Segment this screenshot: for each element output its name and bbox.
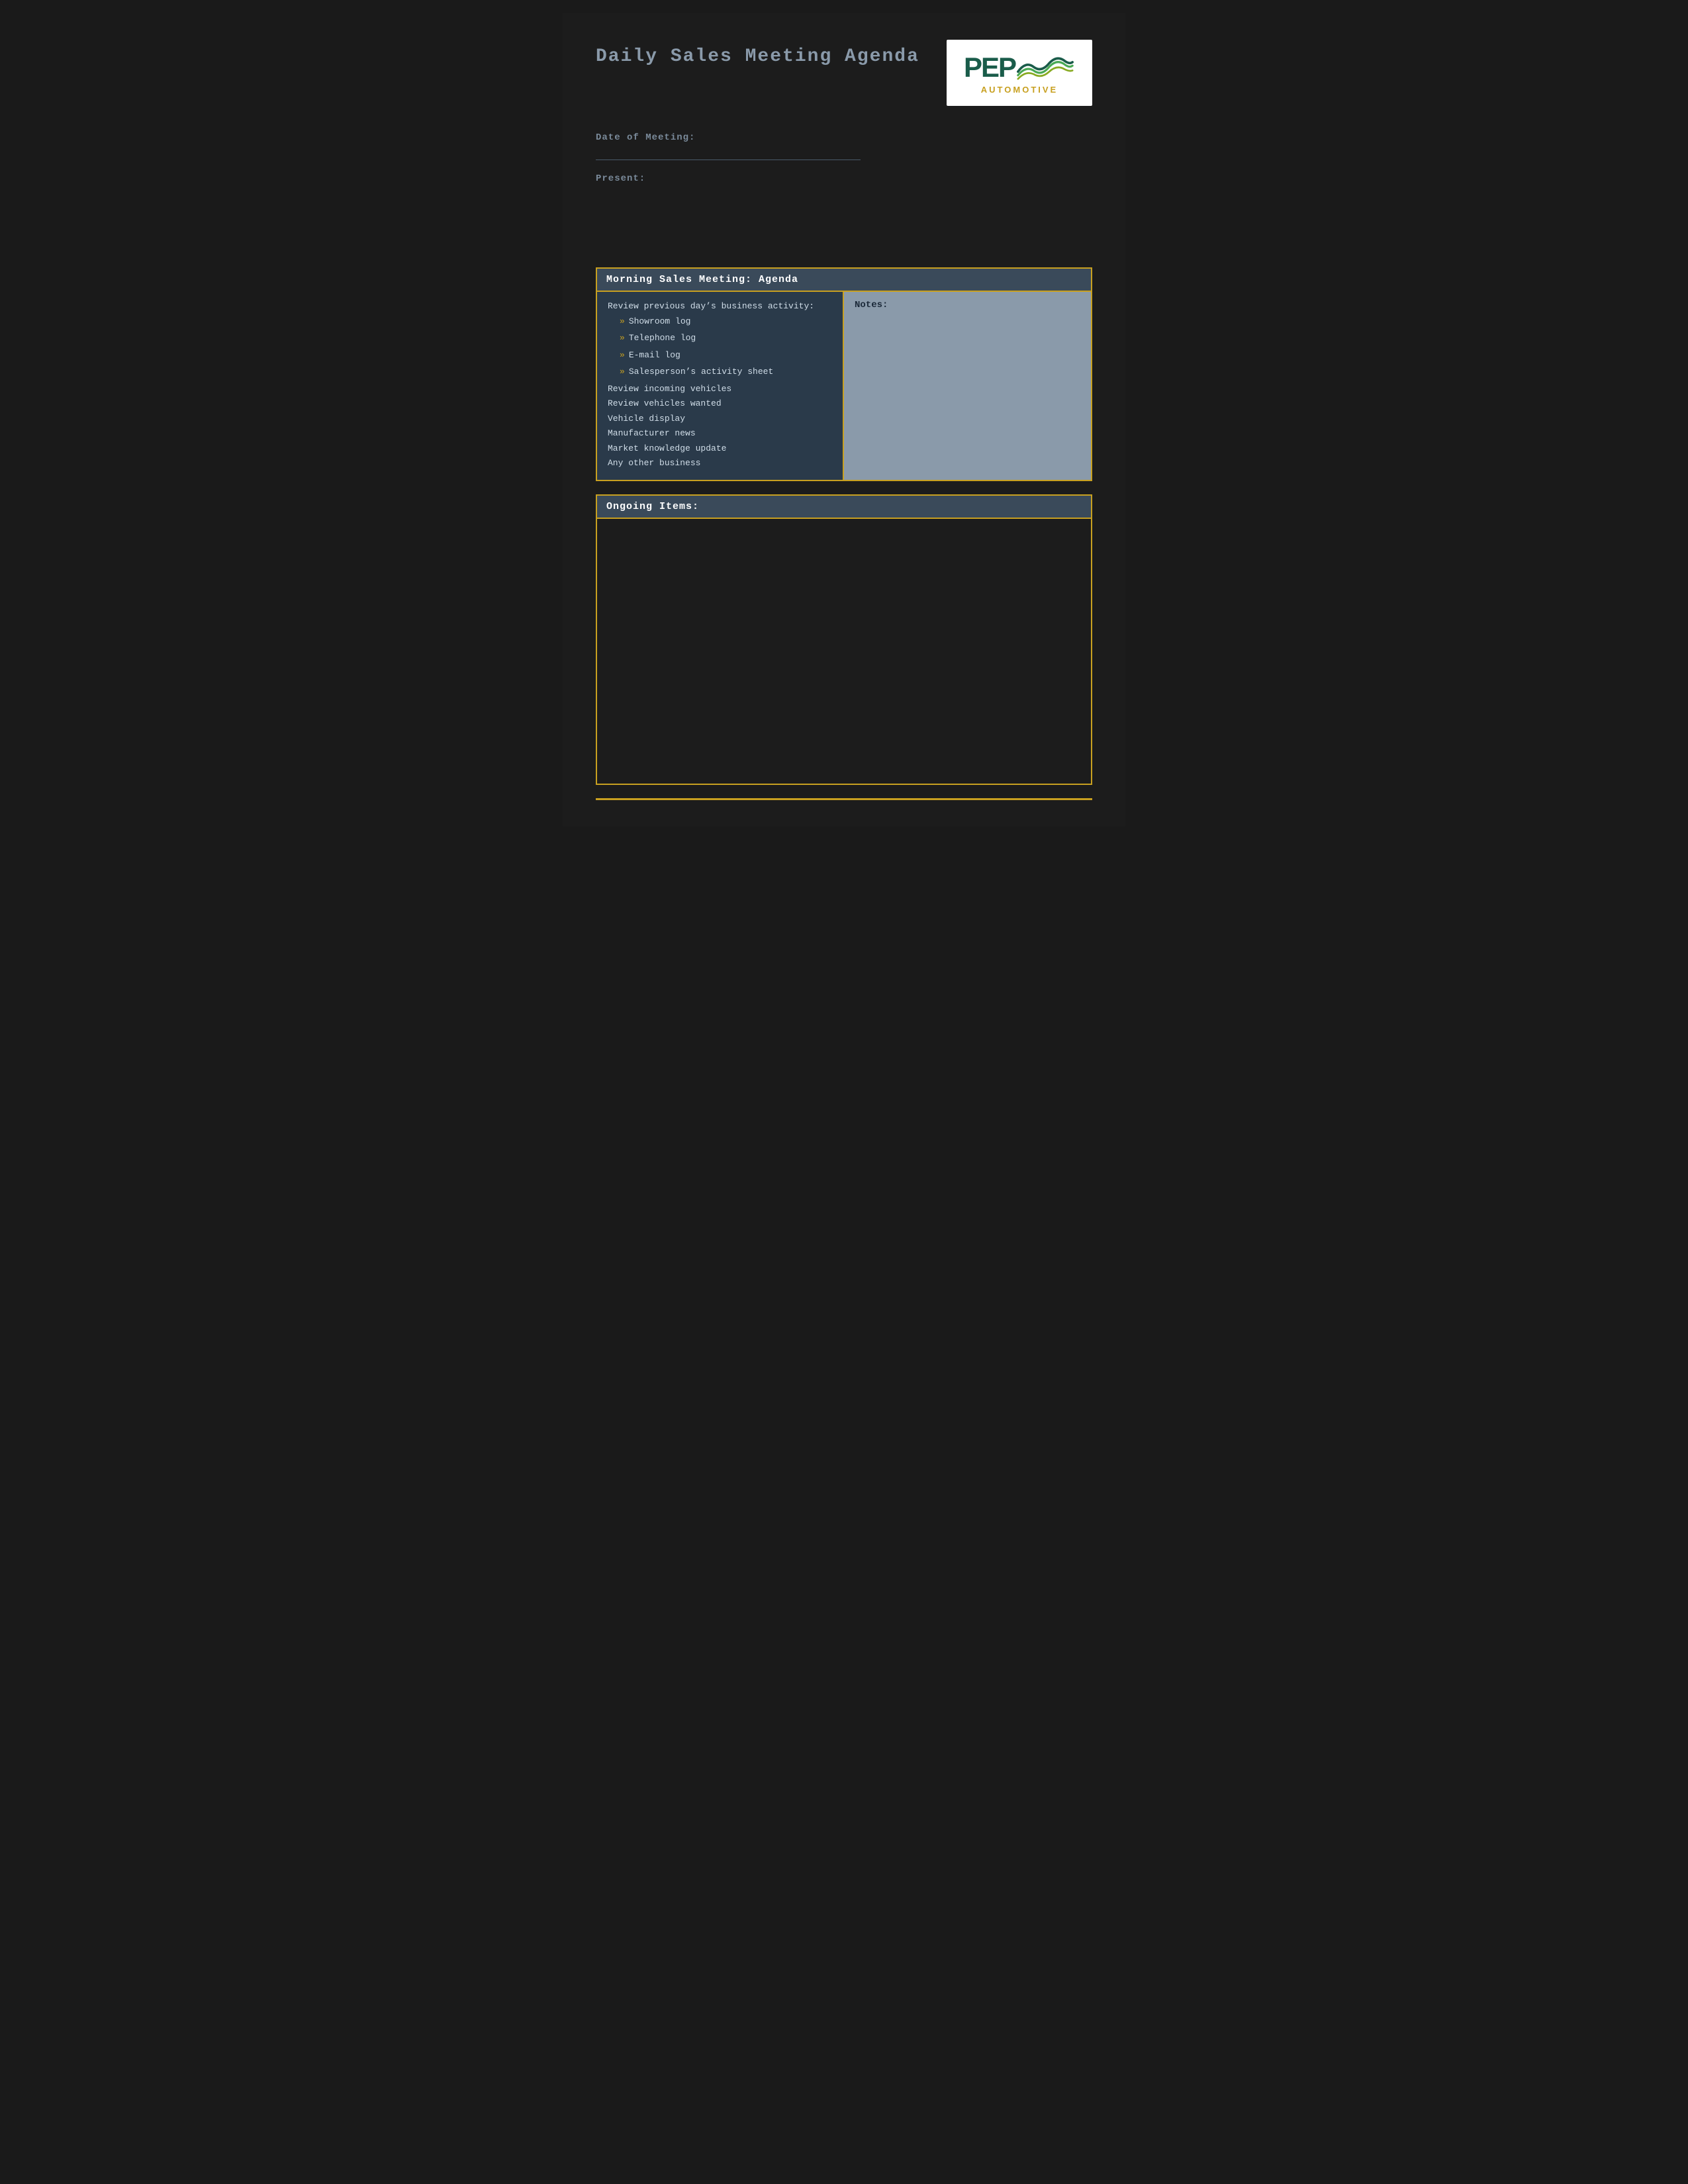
sub-item-1: » Showroom log xyxy=(608,315,832,331)
bullet-icon-1: » xyxy=(620,315,625,328)
page-header: Daily Sales Meeting Agenda PEP AUTOMOTIV… xyxy=(596,40,1092,106)
bullet-icon-4: » xyxy=(620,365,625,379)
logo-container: PEP AUTOMOTIVE xyxy=(947,40,1092,106)
notes-label: Notes: xyxy=(855,300,1080,310)
sub-item-label-4: Salesperson’s activity sheet xyxy=(629,365,773,379)
bottom-border xyxy=(596,798,1092,800)
sub-item-label-2: Telephone log xyxy=(629,332,696,345)
logo-automotive-text: AUTOMOTIVE xyxy=(981,85,1058,95)
ongoing-section: Ongoing Items: xyxy=(596,494,1092,785)
present-label: Present: xyxy=(596,173,1092,184)
bullet-icon-3: » xyxy=(620,349,625,362)
additional-item-0: Review incoming vehicles xyxy=(608,383,832,396)
sub-item-3: » E-mail log xyxy=(608,349,832,365)
morning-meeting-header: Morning Sales Meeting: Agenda xyxy=(597,269,1091,292)
date-section: Date of Meeting: xyxy=(596,132,1092,160)
bullet-icon-2: » xyxy=(620,332,625,345)
morning-meeting-body: Review previous day’s business activity:… xyxy=(597,292,1091,480)
sub-item-4: » Salesperson’s activity sheet xyxy=(608,365,832,381)
page: Daily Sales Meeting Agenda PEP AUTOMOTIV… xyxy=(563,13,1125,827)
sub-item-label-3: E-mail log xyxy=(629,349,680,362)
date-label: Date of Meeting: xyxy=(596,132,1092,143)
additional-item-4: Market knowledge update xyxy=(608,442,832,455)
agenda-main-item: Review previous day’s business activity: xyxy=(608,300,832,313)
date-value-line xyxy=(596,147,861,160)
present-section: Present: xyxy=(596,173,1092,241)
morning-meeting-table: Morning Sales Meeting: Agenda Review pre… xyxy=(596,267,1092,481)
notes-column: Notes: xyxy=(844,292,1091,480)
sub-item-label-1: Showroom log xyxy=(629,315,691,328)
additional-item-3: Manufacturer news xyxy=(608,427,832,440)
logo-pep-row: PEP xyxy=(964,52,1075,83)
ongoing-body xyxy=(597,519,1091,784)
ongoing-header: Ongoing Items: xyxy=(597,496,1091,519)
agenda-column: Review previous day’s business activity:… xyxy=(597,292,844,480)
additional-item-5: Any other business xyxy=(608,457,832,470)
additional-item-1: Review vehicles wanted xyxy=(608,397,832,410)
additional-item-2: Vehicle display xyxy=(608,412,832,426)
logo-wave-icon xyxy=(1015,55,1075,80)
page-title: Daily Sales Meeting Agenda xyxy=(596,46,919,67)
logo-pep-text: PEP xyxy=(964,52,1015,83)
sub-item-2: » Telephone log xyxy=(608,332,832,347)
present-space xyxy=(596,188,1092,241)
